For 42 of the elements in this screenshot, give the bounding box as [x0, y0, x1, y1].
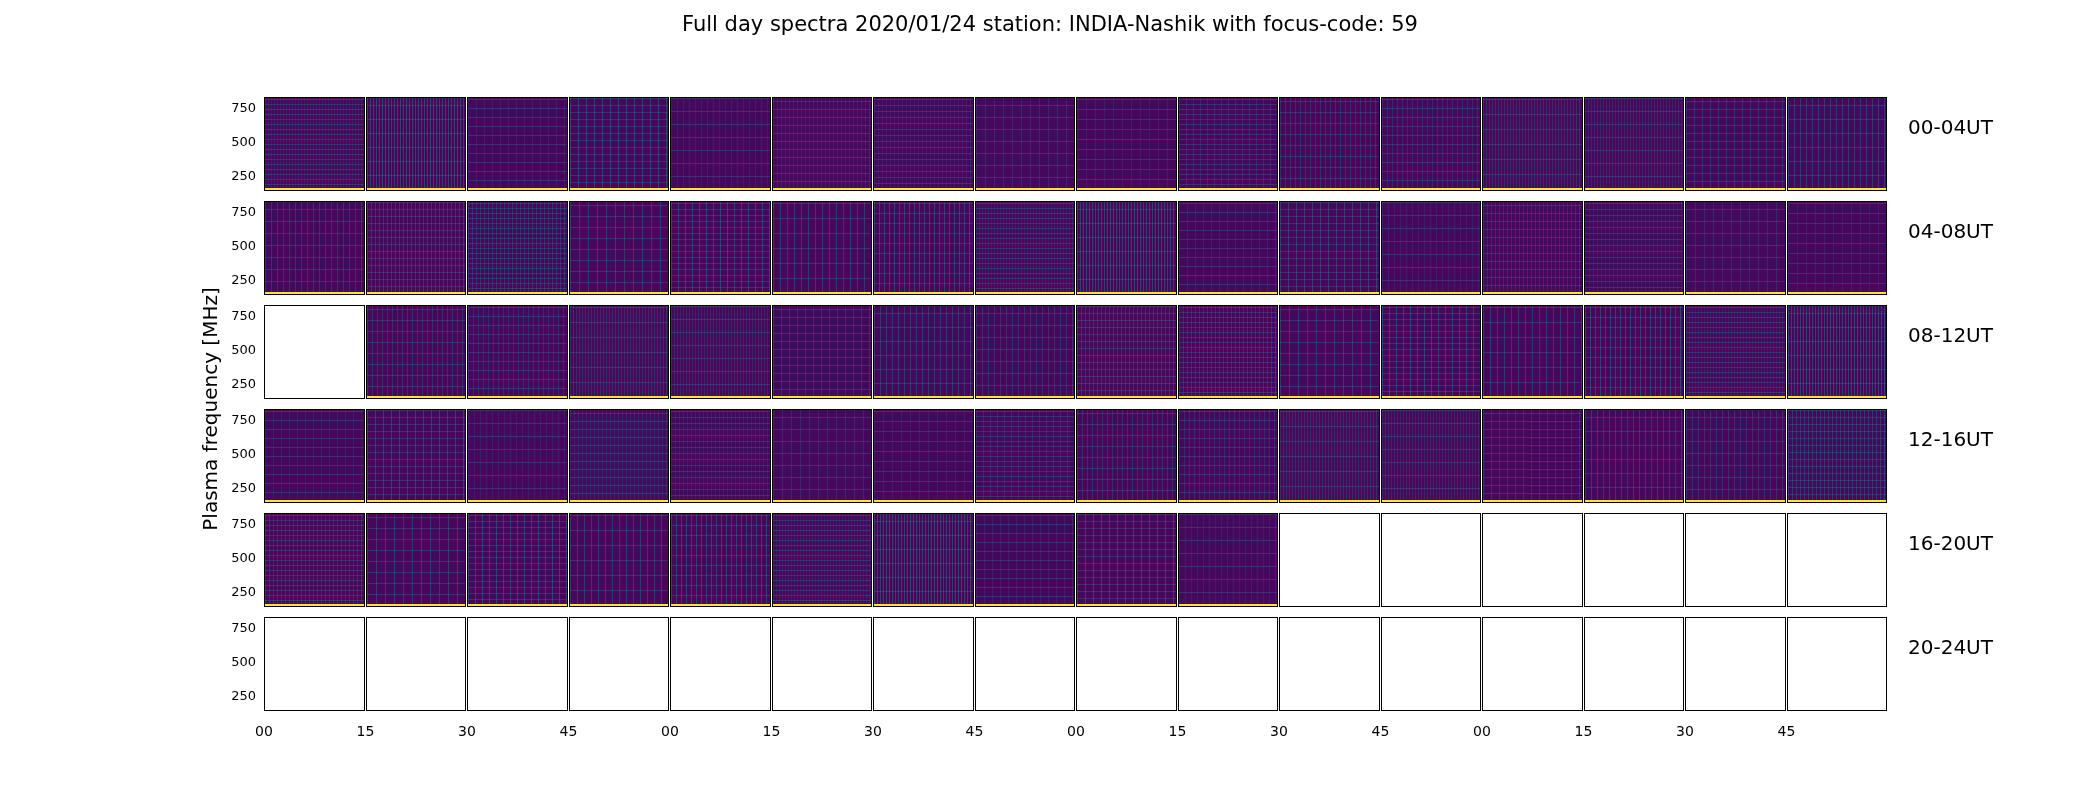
x-tick-label: 00: [661, 723, 679, 739]
y-tick-label: 250: [231, 375, 256, 391]
y-tick-label: 750: [231, 203, 256, 219]
y-tick-label: 750: [231, 515, 256, 531]
y-tick-label: 500: [231, 341, 256, 357]
row-label: 12-16UT: [1907, 426, 1993, 453]
y-tick-label: 250: [231, 583, 256, 599]
y-tick-label: 750: [231, 411, 256, 427]
y-tick-label: 750: [231, 99, 256, 115]
x-tick-label: 15: [762, 723, 781, 739]
x-tick-label: 00: [1067, 723, 1085, 739]
x-tick-label: 30: [1270, 723, 1288, 739]
row-label: 08-12UT: [1907, 322, 1993, 349]
y-tick-label: 250: [231, 271, 256, 287]
y-tick-label: 250: [231, 479, 256, 495]
y-tick-label: 250: [231, 167, 256, 183]
x-tick-label: 00: [1473, 723, 1491, 739]
y-tick-label: 500: [231, 549, 256, 565]
x-tick-label: 45: [1777, 723, 1796, 739]
x-tick-label: 15: [1574, 723, 1593, 739]
y-axis-label: Plasma frequency [MHz]: [198, 287, 222, 531]
x-tick-label: 30: [1676, 723, 1694, 739]
x-tick-label: 15: [1168, 723, 1187, 739]
x-tick-label: 45: [1371, 723, 1390, 739]
row-label: 16-20UT: [1907, 530, 1993, 557]
x-tick-label: 00: [255, 723, 273, 739]
row-label: 04-08UT: [1907, 218, 1993, 245]
x-tick-label: 30: [458, 723, 476, 739]
y-tick-label: 750: [231, 307, 256, 323]
y-tick-label: 500: [231, 237, 256, 253]
figure-title: Full day spectra 2020/01/24 station: INDIA-Nashik with focus-code: 59: [682, 12, 1418, 36]
y-tick-label: 500: [231, 445, 256, 461]
x-tick-label: 45: [559, 723, 578, 739]
y-tick-label: 500: [231, 133, 256, 149]
y-tick-label: 250: [231, 687, 256, 703]
row-label: 00-04UT: [1907, 114, 1993, 141]
y-tick-label: 500: [231, 653, 256, 669]
y-tick-label: 750: [231, 619, 256, 635]
row-label: 20-24UT: [1907, 634, 1993, 661]
x-tick-label: 45: [965, 723, 984, 739]
x-tick-label: 15: [356, 723, 375, 739]
x-tick-label: 30: [864, 723, 882, 739]
